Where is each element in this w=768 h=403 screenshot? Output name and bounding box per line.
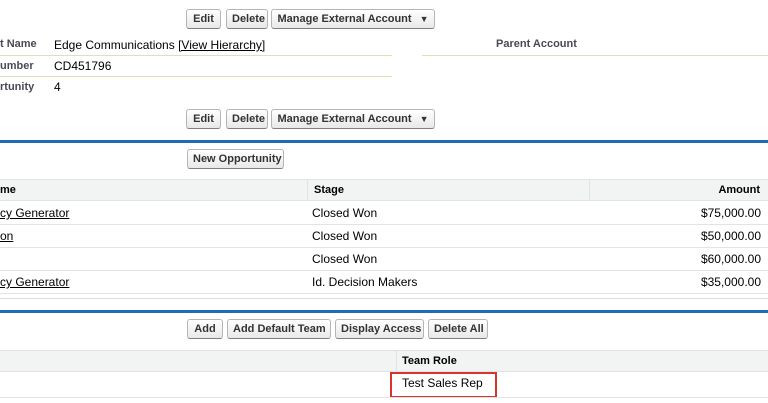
manage-external-account-button[interactable]: Manage External Account ▼ xyxy=(271,9,435,29)
delete-all-button[interactable]: Delete All xyxy=(428,319,488,339)
opportunity-amount: $75,000.00 xyxy=(700,206,761,220)
caret-down-icon: ▼ xyxy=(419,14,429,24)
opportunity-stage: Closed Won xyxy=(312,206,378,220)
column-header-name: me xyxy=(0,184,16,196)
row-divider xyxy=(0,247,768,248)
team-table-header: Team Role xyxy=(0,350,768,372)
column-header-team-role: Team Role xyxy=(402,355,457,367)
parent-account-label: Parent Account xyxy=(496,38,577,50)
opportunity-value: 4 xyxy=(54,80,61,94)
opportunity-name-link[interactable]: cy Generator xyxy=(0,206,69,220)
highlight-box xyxy=(390,372,497,398)
opportunity-stage: Id. Decision Makers xyxy=(312,275,418,289)
display-access-button[interactable]: Display Access xyxy=(335,319,424,339)
delete-button[interactable]: Delete xyxy=(226,9,268,29)
view-hierarchy-link[interactable]: [View Hierarchy] xyxy=(178,38,265,52)
new-opportunity-button[interactable]: New Opportunity xyxy=(187,149,284,169)
column-header-stage: Stage xyxy=(314,184,344,196)
account-name-label: t Name xyxy=(0,38,37,50)
row-divider xyxy=(0,270,768,271)
field-divider xyxy=(0,76,392,77)
field-divider xyxy=(422,55,768,56)
list-footer-border xyxy=(0,298,768,299)
opportunity-stage: Closed Won xyxy=(312,252,378,266)
manage-external-account-label: Manage External Account xyxy=(277,113,412,125)
opportunity-name-link[interactable]: cy Generator xyxy=(0,275,69,289)
column-divider xyxy=(307,180,308,200)
account-name-text: Edge Communications xyxy=(54,38,175,52)
opportunity-amount: $35,000.00 xyxy=(700,275,761,289)
edit-button-bottom[interactable]: Edit xyxy=(186,109,221,129)
account-name-value: Edge Communications [View Hierarchy] xyxy=(54,38,265,52)
opportunity-amount: $60,000.00 xyxy=(700,252,761,266)
opportunity-stage: Closed Won xyxy=(312,229,378,243)
account-number-value: CD451796 xyxy=(54,59,112,73)
manage-external-account-label: Manage External Account xyxy=(277,13,412,25)
add-button[interactable]: Add xyxy=(187,319,223,339)
row-divider xyxy=(0,224,768,225)
row-divider xyxy=(0,293,768,294)
account-team-section-border xyxy=(0,310,768,313)
add-default-team-button[interactable]: Add Default Team xyxy=(227,319,331,339)
opportunity-name-link[interactable]: on xyxy=(0,229,13,243)
column-header-amount: Amount xyxy=(718,184,760,196)
manage-external-account-button-bottom[interactable]: Manage External Account ▼ xyxy=(271,109,435,129)
caret-down-icon: ▼ xyxy=(419,114,429,124)
field-divider xyxy=(0,55,392,56)
column-divider xyxy=(396,351,397,371)
opportunities-section-border xyxy=(0,140,768,143)
opportunity-label: rtunity xyxy=(0,81,35,93)
edit-button[interactable]: Edit xyxy=(186,9,221,29)
opportunity-amount: $50,000.00 xyxy=(700,229,761,243)
column-divider xyxy=(589,180,590,200)
delete-button-bottom[interactable]: Delete xyxy=(226,109,268,129)
row-divider xyxy=(0,397,768,398)
account-number-label: umber xyxy=(0,60,34,72)
opportunities-table-header: me Stage Amount xyxy=(0,179,768,201)
